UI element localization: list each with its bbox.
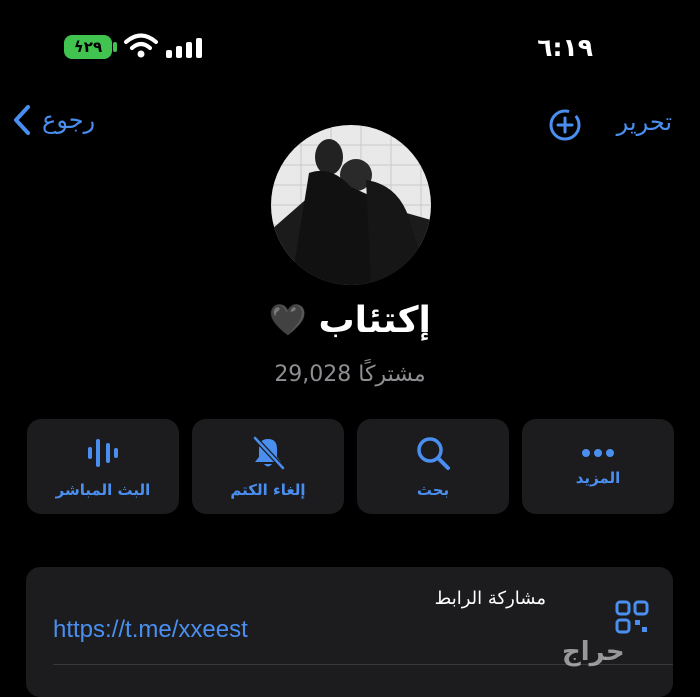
search-button[interactable]: بحث bbox=[357, 419, 509, 514]
edit-button[interactable]: تحرير bbox=[617, 108, 672, 136]
search-label: بحث bbox=[416, 480, 450, 499]
watermark: حراج bbox=[562, 637, 625, 667]
channel-title-row: 🖤 إكتئاب bbox=[0, 300, 700, 341]
avatar-image bbox=[271, 125, 431, 285]
cellular-signal-icon bbox=[166, 38, 202, 58]
battery-indicator: ϟ٢٩ bbox=[64, 35, 112, 59]
wifi-icon bbox=[124, 33, 158, 58]
qr-code-icon[interactable] bbox=[615, 600, 649, 634]
more-icon bbox=[582, 448, 614, 457]
add-circle-icon[interactable] bbox=[548, 108, 582, 142]
bell-slash-icon bbox=[252, 435, 286, 470]
channel-avatar[interactable] bbox=[271, 125, 431, 285]
more-button[interactable]: المزيد bbox=[522, 419, 674, 514]
live-stream-icon bbox=[88, 438, 118, 467]
black-heart-icon: 🖤 bbox=[269, 303, 307, 338]
channel-title: إكتئاب bbox=[318, 300, 431, 341]
status-time: ٦:١٩ bbox=[537, 33, 593, 62]
battery-cap bbox=[113, 42, 117, 52]
back-button[interactable]: رجوع bbox=[12, 104, 95, 136]
share-link-title: مشاركة الرابط bbox=[434, 588, 546, 609]
live-stream-button[interactable]: البث المباشر bbox=[27, 419, 179, 514]
battery-level: ϟ٢٩ bbox=[73, 38, 103, 56]
chevron-left-icon bbox=[14, 105, 30, 135]
back-label: رجوع bbox=[42, 106, 96, 134]
more-label: المزيد bbox=[575, 468, 621, 487]
channel-link[interactable]: https://t.me/xxeest bbox=[53, 616, 248, 644]
unmute-button[interactable]: إلغاء الكتم bbox=[192, 419, 344, 514]
unmute-label: إلغاء الكتم bbox=[230, 480, 306, 499]
search-icon bbox=[417, 436, 450, 470]
live-stream-label: البث المباشر bbox=[55, 480, 151, 499]
subscriber-count: 29,028 مشتركًا bbox=[274, 362, 426, 387]
